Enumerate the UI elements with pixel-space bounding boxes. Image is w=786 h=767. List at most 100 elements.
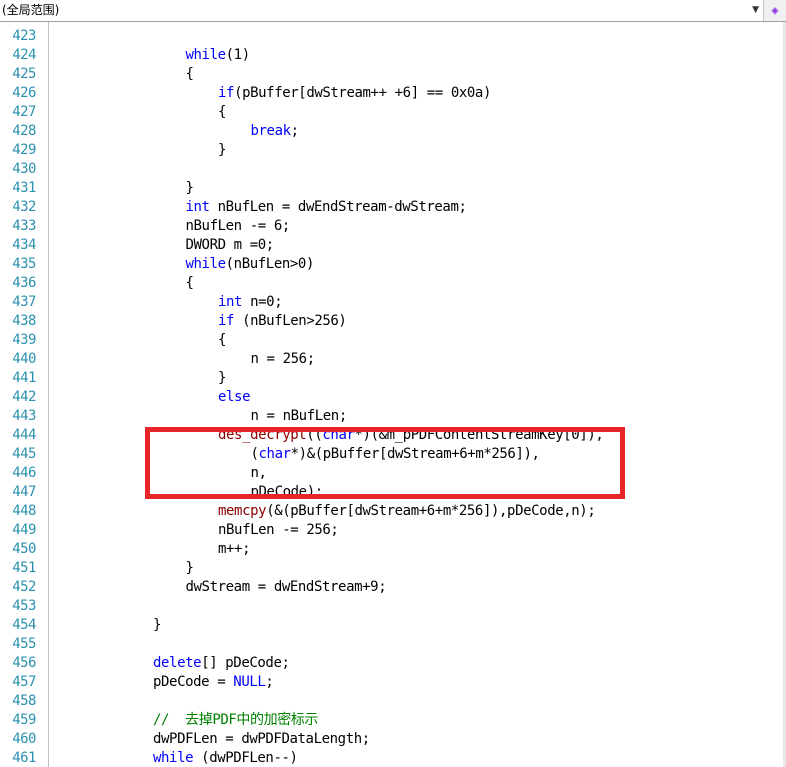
code-token: nBufLen -= 6; <box>185 218 291 234</box>
line-number: 447 <box>12 484 36 500</box>
code-line[interactable]: nBufLen -= 256; <box>218 521 339 540</box>
code-token: pDeCode = <box>153 674 234 690</box>
code-line[interactable]: while(1) <box>185 46 251 65</box>
line-number: 451 <box>12 560 36 576</box>
line-number: 431 <box>12 180 36 196</box>
navigation-bar: (全局范围) ▼ ◈ <box>0 0 786 22</box>
code-line[interactable]: while(nBufLen>0) <box>185 255 315 274</box>
code-line[interactable]: if (nBufLen>256) <box>218 312 347 331</box>
code-token: ; <box>265 674 274 690</box>
code-line[interactable]: { <box>186 65 194 84</box>
code-token: dwStream = dwEndStream+9; <box>185 579 387 595</box>
code-keyword: if <box>218 85 235 101</box>
line-number: 448 <box>12 503 36 519</box>
code-line[interactable]: n = 256; <box>250 350 316 369</box>
line-number: 440 <box>12 351 36 367</box>
code-token: (dwPDFLen--) <box>193 750 298 766</box>
line-number: 457 <box>12 674 36 690</box>
code-keyword: break <box>250 123 292 139</box>
code-line[interactable]: int nBufLen = dwEndStream-dwStream; <box>186 198 467 217</box>
code-token: { <box>218 104 227 120</box>
code-line[interactable]: } <box>186 179 194 198</box>
code-line[interactable]: nBufLen -= 6; <box>185 217 291 236</box>
code-token: } <box>218 142 227 158</box>
code-line[interactable]: m++; <box>218 540 251 559</box>
line-number: 428 <box>12 123 36 139</box>
code-token: } <box>185 180 194 196</box>
code-line[interactable]: memcpy(&(pBuffer[dwStream+6+m*256]),pDeC… <box>218 502 596 521</box>
code-line[interactable]: n = nBufLen; <box>251 407 348 426</box>
line-number: 458 <box>12 693 36 709</box>
code-token: ; <box>290 123 299 139</box>
line-number: 460 <box>12 731 36 747</box>
code-line[interactable]: else <box>218 388 251 407</box>
code-token: (&(pBuffer[dwStream+6+m*256]),pDeCode,n)… <box>266 503 596 519</box>
code-line[interactable]: if(pBuffer[dwStream++ +6] == 0x0a) <box>218 84 491 103</box>
line-number: 429 <box>12 142 36 158</box>
code-keyword: while <box>185 47 227 63</box>
code-token: { <box>218 332 227 348</box>
line-number: 432 <box>12 199 36 215</box>
code-token: [] pDeCode; <box>201 655 290 671</box>
code-editor[interactable]: 423 424 while(1) 425{426 if(pBuffer[dwStream… <box>0 22 786 767</box>
code-line[interactable]: // 去掉PDF中的加密标示 <box>153 711 318 730</box>
code-line[interactable]: { <box>218 103 226 122</box>
code-line[interactable]: dwStream = dwEndStream+9; <box>186 578 387 597</box>
code-keyword: while <box>153 750 194 766</box>
code-token: DWORD m =0; <box>185 237 275 253</box>
code-line[interactable]: while (dwPDFLen--) <box>153 749 298 767</box>
code-keyword: while <box>185 256 227 272</box>
code-line[interactable]: pDeCode = NULL; <box>153 673 274 692</box>
scope-dropdown[interactable]: (全局范围) ▼ <box>0 0 764 21</box>
line-number: 435 <box>12 256 36 272</box>
code-keyword: if <box>218 313 235 329</box>
line-number: 446 <box>12 465 36 481</box>
scope-dropdown-label: (全局范围) <box>2 3 60 17</box>
line-number: 459 <box>12 712 36 728</box>
chevron-down-icon[interactable]: ▼ <box>752 0 759 21</box>
line-number: 427 <box>12 104 36 120</box>
code-keyword: else <box>218 389 251 405</box>
code-token: n = 256; <box>250 351 316 367</box>
line-number: 424 <box>12 47 36 63</box>
code-line[interactable]: DWORD m =0; <box>185 236 275 255</box>
highlight-box <box>145 427 625 499</box>
code-line[interactable]: int n=0; <box>218 293 283 312</box>
code-token: (nBufLen>0) <box>225 256 315 272</box>
line-number: 438 <box>12 313 36 329</box>
line-number: 461 <box>12 750 36 766</box>
line-number: 426 <box>12 85 36 101</box>
code-line[interactable]: } <box>153 616 161 635</box>
code-keyword: delete <box>153 655 202 671</box>
code-line[interactable]: { <box>218 331 226 350</box>
code-comment: // 去掉PDF中的加密标示 <box>153 712 319 728</box>
code-line[interactable]: { <box>186 274 194 293</box>
code-token: m++; <box>218 541 251 557</box>
code-token: (nBufLen>256) <box>234 313 347 329</box>
line-number: 439 <box>12 332 36 348</box>
line-number: 450 <box>12 541 36 557</box>
line-number: 437 <box>12 294 36 310</box>
code-line[interactable]: } <box>186 559 194 578</box>
code-line[interactable]: delete[] pDeCode; <box>153 654 290 673</box>
line-number: 423 <box>12 28 36 44</box>
line-number: 433 <box>12 218 36 234</box>
code-token: nBufLen -= 256; <box>218 522 339 538</box>
code-token: nBufLen = dwEndStream-dwStream; <box>209 199 467 215</box>
line-number: 443 <box>12 408 36 424</box>
code-line[interactable]: dwPDFLen = dwPDFDataLength; <box>153 730 370 749</box>
code-token: (1) <box>225 47 250 63</box>
member-navigation-icon[interactable]: ◈ <box>766 2 784 19</box>
code-line[interactable]: break; <box>250 122 300 141</box>
line-number: 441 <box>12 370 36 386</box>
code-token: (pBuffer[dwStream++ +6] == 0x0a) <box>234 85 491 101</box>
code-line[interactable]: } <box>218 369 226 388</box>
line-number: 454 <box>12 617 36 633</box>
line-number: 449 <box>12 522 36 538</box>
code-token: { <box>185 66 194 82</box>
line-number: 445 <box>12 446 36 462</box>
line-number: 455 <box>12 636 36 652</box>
editor-margin-divider <box>48 22 49 767</box>
code-line[interactable]: } <box>218 141 226 160</box>
code-token: } <box>218 370 227 386</box>
